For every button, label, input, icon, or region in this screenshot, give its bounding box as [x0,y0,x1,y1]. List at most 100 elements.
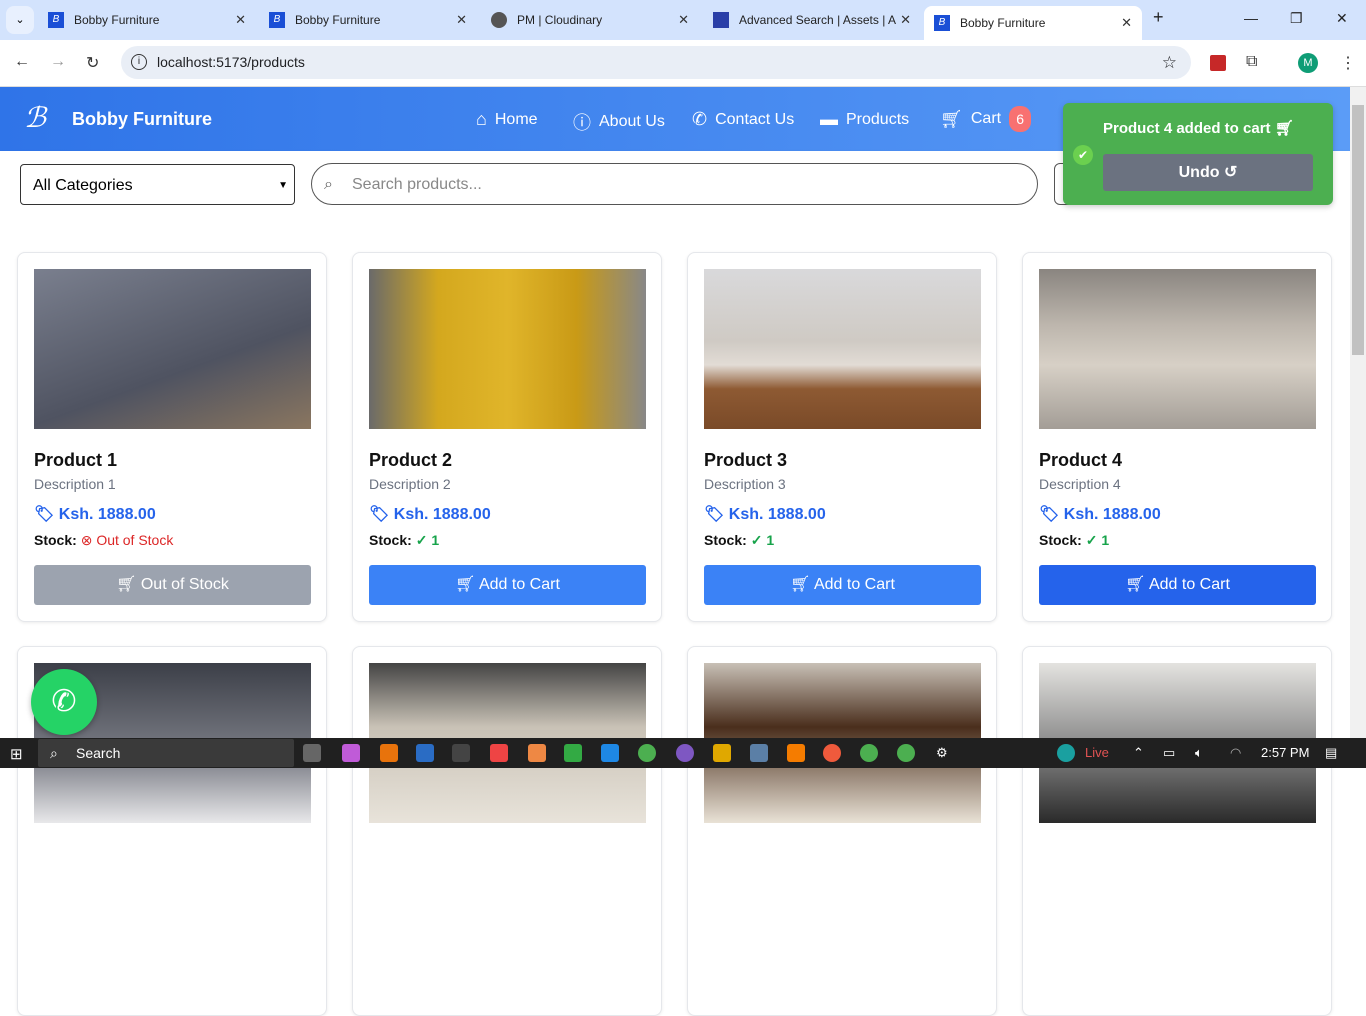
settings-icon[interactable]: ⚙ [936,745,948,761]
category-select[interactable]: All Categories ▼ [20,164,295,205]
nav-contact[interactable]: ✆ Contact Us [692,109,794,130]
add-to-cart-button[interactable]: 🛒︎ Add to Cart [704,565,981,605]
check-circle-icon: ✓ [415,532,428,548]
product-card: Product 3 Description 3 🏷︎ Ksh. 1888.00 … [687,252,997,622]
chrome-icon[interactable] [860,744,878,762]
product-stock: Stock: ⊗ Out of Stock [34,532,174,548]
terminal-icon[interactable] [452,744,470,762]
live-label[interactable]: Live [1085,745,1109,760]
close-tab-icon[interactable]: ✕ [1121,15,1132,31]
chrome-icon[interactable] [638,744,656,762]
whatsapp-chat-button[interactable]: ✆ [31,669,97,735]
add-to-cart-button[interactable]: 🛒︎ Add to Cart [369,565,646,605]
menu-icon[interactable]: ⋮ [1340,53,1356,73]
wifi-icon[interactable]: ◠ [1230,745,1241,761]
page-scrollbar[interactable] [1350,87,1366,738]
restore-button[interactable]: ❐ [1290,10,1303,27]
cricket-live-icon[interactable] [1057,744,1075,762]
browser-tab[interactable]: B Bobby Furniture ✕ [259,6,477,34]
extension-icon[interactable] [1210,55,1226,71]
task-view-icon[interactable] [303,744,321,762]
windows-start-icon[interactable]: ⊞ [10,745,23,763]
minimize-button[interactable]: — [1244,10,1258,26]
nav-about[interactable]: ⓘ About Us [573,109,665,135]
vscode-icon[interactable] [601,744,619,762]
powershell-icon[interactable] [416,744,434,762]
product-image[interactable] [369,269,646,429]
browser-tab[interactable]: Advanced Search | Assets | A ✕ [703,6,921,34]
add-to-cart-button[interactable]: 🛒︎ Add to Cart [1039,565,1316,605]
close-tab-icon[interactable]: ✕ [235,12,246,28]
profile-avatar[interactable]: M [1298,53,1318,73]
undo-icon: ↺ [1223,164,1238,181]
chrome-active-icon[interactable] [897,744,915,762]
git-icon[interactable] [528,744,546,762]
success-check-icon: ✔ [1073,145,1093,165]
nav-products[interactable]: ▬ Products [820,109,909,130]
added-to-cart-toast: ✔ Product 4 added to cart 🛒︎ Undo ↺ [1063,103,1333,205]
product-image[interactable] [34,269,311,429]
cart-icon: 🛒︎ [940,108,963,129]
phone-icon: ✆ [692,109,708,129]
scrollbar-thumb[interactable] [1352,105,1364,355]
search-input[interactable]: ⌕ Search products... [311,163,1038,205]
bookmark-star-icon[interactable]: ☆ [1162,46,1177,79]
windows-taskbar: ⊞ ⌕ Search ⚙ Live ⌃ ▭ 🔈︎ ◠ 2:57 PM ▤ [0,738,1366,768]
brand-name[interactable]: Bobby Furniture [72,109,212,130]
vlc-icon[interactable] [787,744,805,762]
product-image[interactable] [1039,269,1316,429]
product-price: 🏷︎ Ksh. 1888.00 [34,506,156,523]
github-icon[interactable] [676,744,694,762]
product-description: Description 2 [369,476,451,492]
tray-chevron-icon[interactable]: ⌃ [1133,745,1144,761]
back-icon[interactable]: ← [14,53,30,71]
home-icon: ⌂ [476,109,487,129]
search-icon: ⌕ [50,745,58,761]
check-circle-icon: ✓ [1085,532,1098,548]
close-tab-icon[interactable]: ✕ [900,12,911,28]
product-stock: Stock: ✓ 1 [1039,532,1110,548]
product-image[interactable] [704,269,981,429]
product-card: Product 2 Description 2 🏷︎ Ksh. 1888.00 … [352,252,662,622]
cart-icon: 🛒︎ [1125,576,1149,593]
extensions-puzzle-icon[interactable]: ⧉ [1246,53,1257,71]
nav-home[interactable]: ⌂ Home [476,109,538,130]
volume-icon[interactable]: 🔈︎ [1195,745,1203,761]
cart-icon: 🛒︎ [790,576,814,593]
reload-icon[interactable]: ↻ [86,53,99,73]
forward-icon[interactable]: → [50,53,66,71]
battery-icon[interactable]: ▭ [1163,745,1175,761]
git-icon[interactable] [564,744,582,762]
url-input[interactable]: i localhost:5173/products ☆ [121,46,1191,79]
toast-message: Product 4 added to cart 🛒︎ [1103,120,1294,137]
git-icon[interactable] [490,744,508,762]
copilot-icon[interactable] [342,744,360,762]
taskbar-search[interactable]: ⌕ Search [38,739,294,767]
x-circle-icon: ⊗ [80,532,93,548]
browser-tab-active[interactable]: B Bobby Furniture ✕ [924,6,1142,40]
out-of-stock-button[interactable]: 🛒︎ Out of Stock [34,565,311,605]
tag-icon: 🏷︎ [369,506,394,523]
whatsapp-icon: ✆ [51,685,77,718]
browser-tab[interactable]: B Bobby Furniture ✕ [38,6,256,34]
tag-icon: 🏷︎ [1039,506,1064,523]
brand-logo[interactable]: ℬ [24,101,46,134]
nav-cart[interactable]: 🛒︎ Cart 6 [940,106,1032,132]
postman-icon[interactable] [823,744,841,762]
site-info-icon[interactable]: i [131,54,147,70]
close-window-button[interactable]: ✕ [1336,10,1348,27]
postgres-icon[interactable] [750,744,768,762]
undo-button[interactable]: Undo ↺ [1103,154,1313,191]
browser-tab[interactable]: PM | Cloudinary ✕ [481,6,699,34]
new-tab-button[interactable]: + [1153,7,1164,28]
tab-search-button[interactable]: ⌄ [6,6,34,34]
close-tab-icon[interactable]: ✕ [456,12,467,28]
clock[interactable]: 2:57 PM [1261,745,1309,760]
close-tab-icon[interactable]: ✕ [678,12,689,28]
app-icon[interactable] [380,744,398,762]
notifications-icon[interactable]: ▤ [1325,745,1337,761]
product-card [352,646,662,1016]
app-icon[interactable] [713,744,731,762]
bobby-logo-icon: B [269,12,285,28]
tag-icon: 🏷︎ [704,506,729,523]
